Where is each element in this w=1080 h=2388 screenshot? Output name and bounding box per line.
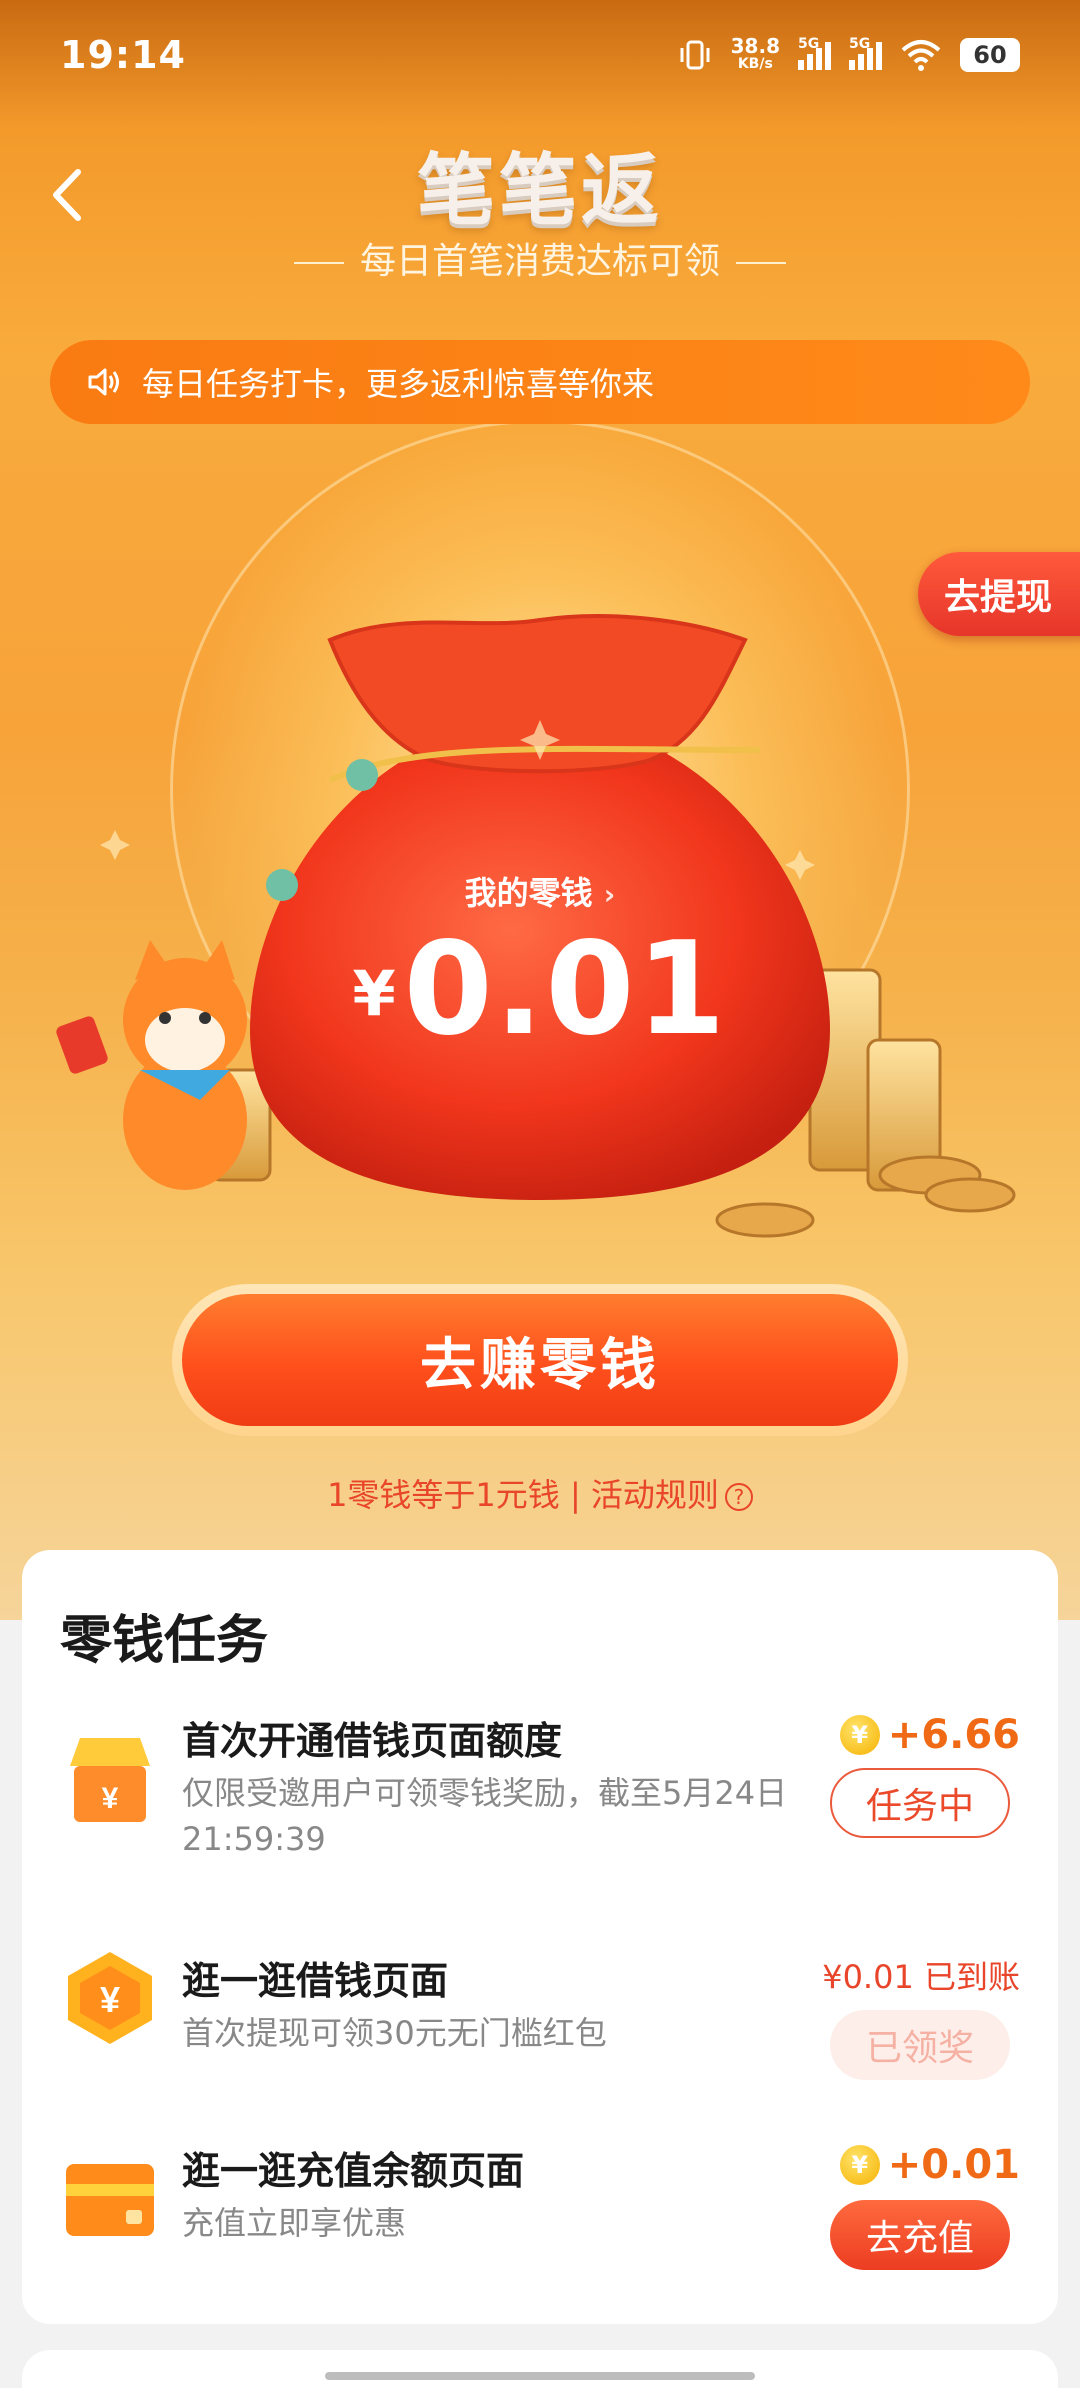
rule-line: 1零钱等于1元钱 | 活动规则? (0, 1470, 1080, 1516)
svg-text:¥: ¥ (100, 1979, 120, 2020)
status-time: 19:14 (60, 33, 186, 77)
task-desc: 首次提现可领30元无门槛红包 (182, 2014, 607, 2052)
task-name: 逛一逛充值余额页面 (182, 2149, 525, 2193)
next-card-edge (22, 2350, 1058, 2388)
separator: | (559, 1476, 591, 1514)
svg-text:¥: ¥ (102, 1782, 119, 1815)
chevron-right-icon: › (603, 878, 616, 911)
reward-value: +0.01 (887, 2142, 1020, 2188)
wallet-label: 我的零钱 (464, 874, 593, 912)
signal-icon: 5G (849, 36, 882, 70)
wallet-balance: ¥0.01 (0, 915, 1080, 1064)
net-speed-unit: KB/s (737, 56, 773, 72)
task-reward: ¥ +6.66 (839, 1710, 1020, 1760)
earn-change-button[interactable]: 去赚零钱 (182, 1294, 898, 1426)
task-item-browse-loan[interactable]: ¥ 逛一逛借钱页面 首次提现可领30元无门槛红包 ¥0.01 已到账 已领奖 (60, 1950, 1020, 2100)
wifi-icon (901, 40, 941, 71)
coin-icon: ¥ (839, 1715, 880, 1755)
earn-button-frame: 去赚零钱 (172, 1284, 908, 1436)
subtitle-text: 每日首笔消费达标可领 (359, 241, 720, 282)
battery-indicator: 60 (960, 38, 1020, 72)
recharge-button[interactable]: 去充值 (830, 2200, 1010, 2270)
net-speed-value: 38.8 (730, 34, 780, 58)
withdraw-button[interactable]: 去提现 (918, 552, 1080, 636)
exchange-rate-text: 1零钱等于1元钱 (327, 1476, 560, 1514)
shop-icon: ¥ (70, 1738, 150, 1822)
currency-symbol: ¥ (352, 957, 396, 1030)
task-card-heading: 零钱任务 (60, 1611, 269, 1671)
task-status-button[interactable]: 任务中 (830, 1768, 1010, 1838)
status-icons: 38.8 KB/s 5G 5G 60 (677, 34, 1020, 73)
network-speed: 38.8 KB/s (730, 34, 780, 73)
task-card: 零钱任务 ¥ 首次开通借钱页面额度 仅限受邀用户可领零钱奖励，截至5月24日21… (22, 1550, 1058, 2324)
status-bar: 19:14 38.8 KB/s 5G 5G 60 (0, 0, 1080, 110)
task-item-open-credit[interactable]: ¥ 首次开通借钱页面额度 仅限受邀用户可领零钱奖励，截至5月24日21:59:3… (60, 1710, 1020, 1890)
task-name: 首次开通借钱页面额度 (182, 1719, 563, 1763)
help-icon: ? (724, 1483, 753, 1511)
rules-label: 活动规则 (590, 1476, 719, 1514)
home-indicator[interactable] (325, 2372, 755, 2380)
task-desc: 充值立即享优惠 (182, 2204, 407, 2242)
task-reward: ¥ +0.01 (839, 2140, 1020, 2190)
notice-text: 每日任务打卡，更多返利惊喜等你来 (142, 365, 655, 403)
task-item-browse-recharge[interactable]: 逛一逛充值余额页面 充值立即享优惠 ¥ +0.01 去充值 (60, 2140, 1020, 2290)
yuan-hexagon-icon: ¥ (68, 1952, 152, 2044)
speaker-icon (88, 368, 119, 396)
coin-icon: ¥ (839, 2145, 880, 2185)
activity-rules-link[interactable]: 活动规则? (591, 1476, 753, 1514)
signal-1-label: 5G (798, 36, 820, 52)
page-subtitle: 每日首笔消费达标可领 (0, 232, 1080, 284)
my-wallet-link[interactable]: 我的零钱 › (0, 868, 1080, 914)
task-desc: 仅限受邀用户可领零钱奖励，截至5月24日21:59:39 (182, 1774, 788, 1858)
vibrate-icon (680, 40, 710, 70)
reward-value: +6.66 (887, 1712, 1020, 1758)
balance-amount: 0.01 (403, 915, 728, 1064)
task-name: 逛一逛借钱页面 (182, 1959, 449, 2003)
page-title: 笔笔返 (416, 146, 663, 236)
task-status-button[interactable]: 已领奖 (830, 2010, 1010, 2080)
task-reward: ¥0.01 已到账 (822, 1958, 1020, 1996)
notice-banner[interactable]: 每日任务打卡，更多返利惊喜等你来 (50, 340, 1030, 424)
card-icon (66, 2164, 154, 2236)
signal-icon: 5G (798, 36, 831, 70)
signal-2-label: 5G (849, 36, 871, 52)
